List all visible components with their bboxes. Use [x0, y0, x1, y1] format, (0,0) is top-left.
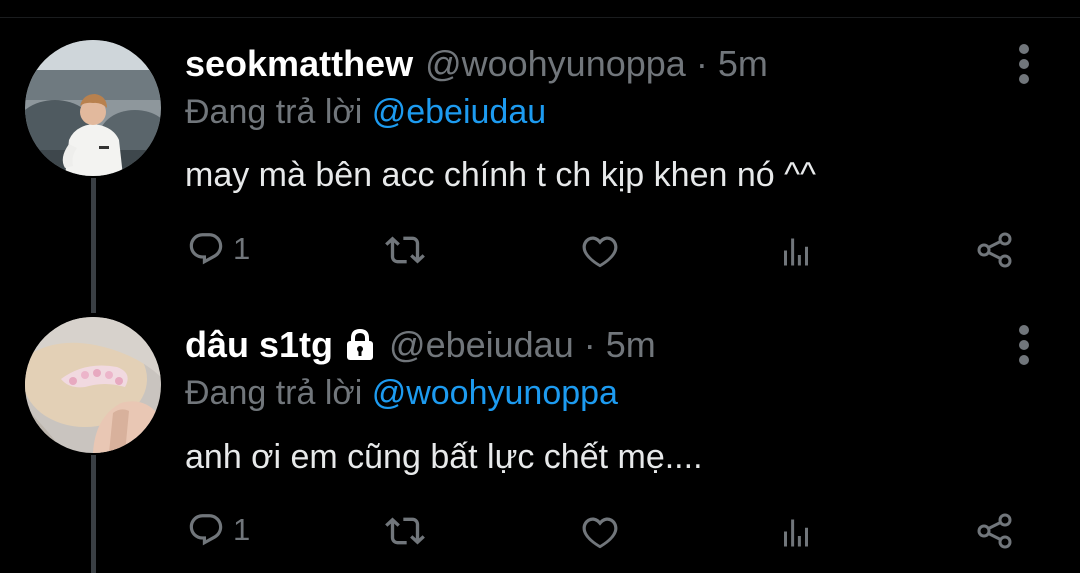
- tweet-header: seokmatthew @woohyunoppa · 5m: [185, 44, 768, 84]
- reply-button[interactable]: 1: [187, 230, 250, 268]
- timestamp[interactable]: 5m: [606, 324, 656, 365]
- timestamp[interactable]: 5m: [718, 43, 768, 84]
- share-button[interactable]: [975, 230, 1015, 270]
- share-icon: [977, 232, 1012, 268]
- time-separator: ·: [685, 43, 718, 84]
- avatar[interactable]: [25, 40, 161, 176]
- reply-bubble-icon: [189, 514, 223, 546]
- like-button[interactable]: [581, 231, 627, 269]
- reply-count: 1: [233, 512, 251, 547]
- retweet-icon: [385, 236, 425, 264]
- replying-prefix: Đang trả lời: [185, 93, 372, 131]
- views-button[interactable]: [778, 234, 814, 270]
- replying-mention-link[interactable]: @ebeiudau: [372, 93, 546, 131]
- display-name[interactable]: seokmatthew: [185, 44, 413, 84]
- analytics-bars-icon: [784, 238, 808, 266]
- replying-mention-link[interactable]: @woohyunoppa: [372, 374, 618, 412]
- avatar[interactable]: [25, 317, 161, 453]
- reply-count: 1: [233, 231, 251, 266]
- avatar-photo: [25, 40, 161, 176]
- handle-meta: @woohyunoppa · 5m: [425, 44, 768, 84]
- time-separator: ·: [573, 324, 606, 365]
- tweet[interactable]: dâu s1tg @ebeiudau · 5m Đang trả lời @wo…: [0, 285, 1080, 570]
- more-icon[interactable]: [1010, 44, 1038, 84]
- reply-bubble-icon: [189, 233, 223, 265]
- like-button[interactable]: [581, 512, 627, 550]
- handle[interactable]: @ebeiudau: [389, 324, 574, 365]
- replying-to: Đang trả lời @ebeiudau: [185, 92, 546, 132]
- analytics-bars-icon: [784, 519, 808, 547]
- tweet-text: may mà bên acc chính t ch kịp khen nó ^^: [185, 156, 817, 194]
- tweet-header: dâu s1tg @ebeiudau · 5m: [185, 325, 656, 365]
- lock-icon: [343, 328, 377, 362]
- avatar-photo: [25, 317, 161, 453]
- reply-button[interactable]: 1: [187, 511, 250, 549]
- replying-prefix: Đang trả lời: [185, 374, 372, 412]
- replying-to: Đang trả lời @woohyunoppa: [185, 373, 618, 413]
- retweet-icon: [385, 517, 425, 545]
- handle[interactable]: @woohyunoppa: [425, 43, 686, 84]
- share-icon: [977, 513, 1012, 549]
- heart-icon: [582, 236, 618, 268]
- display-name[interactable]: dâu s1tg: [185, 325, 333, 365]
- tweet-text: anh ơi em cũng bất lực chết mẹ....: [185, 438, 703, 476]
- more-icon[interactable]: [1010, 325, 1038, 365]
- retweet-button[interactable]: [385, 511, 433, 551]
- share-button[interactable]: [975, 511, 1015, 551]
- handle-meta: @ebeiudau · 5m: [389, 325, 656, 365]
- heart-icon: [582, 517, 618, 549]
- retweet-button[interactable]: [385, 230, 433, 270]
- views-button[interactable]: [778, 515, 814, 551]
- tweet[interactable]: seokmatthew @woohyunoppa · 5m Đang trả l…: [0, 0, 1080, 285]
